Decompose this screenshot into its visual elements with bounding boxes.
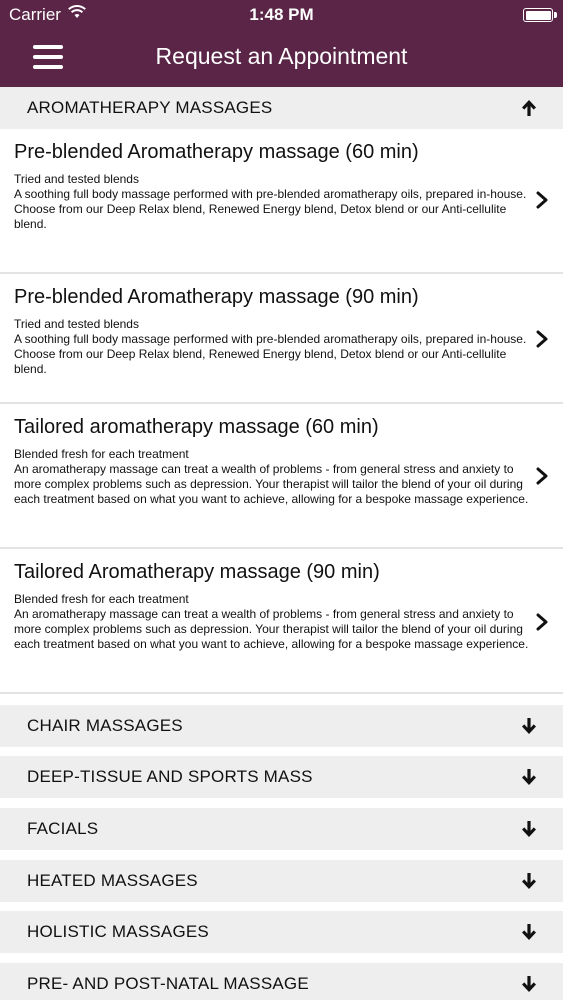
- category-header-aromatherapy[interactable]: AROMATHERAPY MASSAGES: [0, 87, 563, 129]
- category-label: DEEP-TISSUE AND SPORTS MASS: [27, 767, 313, 786]
- service-name: Tailored aromatherapy massage (60 min): [14, 416, 379, 438]
- category-label: PRE- AND POST-NATAL MASSAGE: [27, 974, 309, 993]
- category-label: HOLISTIC MASSAGES: [27, 922, 209, 941]
- chevron-right-icon: [536, 330, 548, 348]
- battery-icon: [523, 8, 557, 22]
- category-header-deep-tissue[interactable]: DEEP-TISSUE AND SPORTS MASS: [0, 756, 563, 798]
- service-name: Pre-blended Aromatherapy massage (60 min…: [14, 141, 419, 163]
- category-header-natal[interactable]: PRE- AND POST-NATAL MASSAGE: [0, 963, 563, 1000]
- category-header-chair[interactable]: CHAIR MASSAGES: [0, 705, 563, 747]
- service-name: Pre-blended Aromatherapy massage (90 min…: [14, 286, 419, 308]
- service-item[interactable]: Tailored aromatherapy massage (60 min) B…: [0, 404, 563, 549]
- service-name: Tailored Aromatherapy massage (90 min): [14, 561, 380, 583]
- category-label: AROMATHERAPY MASSAGES: [27, 98, 273, 117]
- service-description: An aromatherapy massage can treat a weal…: [14, 462, 529, 506]
- clock: 1:48 PM: [249, 5, 314, 24]
- service-item[interactable]: Tailored Aromatherapy massage (90 min) B…: [0, 549, 563, 694]
- arrow-down-icon: [519, 922, 539, 942]
- service-item[interactable]: Pre-blended Aromatherapy massage (90 min…: [0, 274, 563, 404]
- status-bar: Carrier 1:48 PM: [0, 0, 563, 30]
- chevron-right-icon: [536, 191, 548, 209]
- arrow-up-icon: [519, 98, 539, 118]
- category-header-facials[interactable]: FACIALS: [0, 808, 563, 850]
- service-description: A soothing full body massage performed w…: [14, 187, 527, 231]
- nav-bar: Carrier 1:48 PM Request an Appointment: [0, 0, 563, 87]
- arrow-down-icon: [519, 716, 539, 736]
- category-label: FACIALS: [27, 819, 99, 838]
- arrow-down-icon: [519, 819, 539, 839]
- service-description: An aromatherapy massage can treat a weal…: [14, 607, 529, 651]
- service-subtitle: Tried and tested blends: [14, 172, 139, 186]
- chevron-right-icon: [536, 467, 548, 485]
- chevron-right-icon: [536, 613, 548, 631]
- service-subtitle: Tried and tested blends: [14, 317, 139, 331]
- arrow-down-icon: [519, 974, 539, 994]
- category-header-holistic[interactable]: HOLISTIC MASSAGES: [0, 911, 563, 953]
- service-description: A soothing full body massage performed w…: [14, 332, 527, 376]
- category-header-heated[interactable]: HEATED MASSAGES: [0, 860, 563, 902]
- service-subtitle: Blended fresh for each treatment: [14, 592, 189, 606]
- page-title: Request an Appointment: [155, 43, 408, 69]
- arrow-down-icon: [519, 871, 539, 891]
- category-label: HEATED MASSAGES: [27, 871, 198, 890]
- arrow-down-icon: [519, 767, 539, 787]
- service-subtitle: Blended fresh for each treatment: [14, 447, 189, 461]
- category-label: CHAIR MASSAGES: [27, 716, 183, 735]
- service-item[interactable]: Pre-blended Aromatherapy massage (60 min…: [0, 129, 563, 274]
